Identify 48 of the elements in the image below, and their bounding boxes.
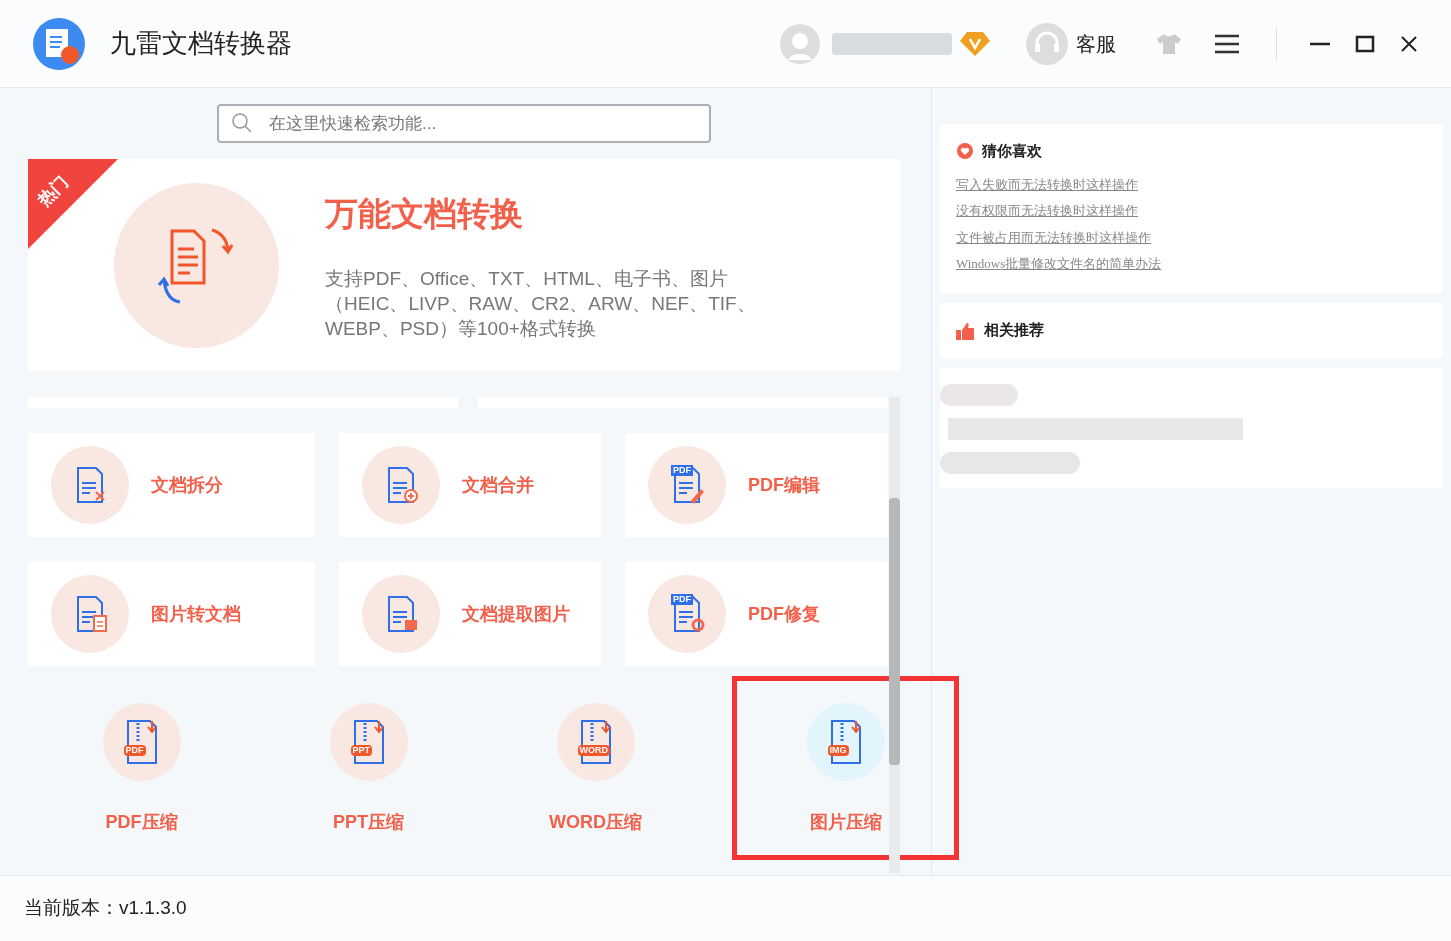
article-link[interactable]: Windows批量修改文件名的简单办法 [956, 254, 1427, 274]
tool-label: 图片转文档 [151, 602, 241, 626]
compress-tool[interactable]: WORD WORD压缩 [482, 676, 709, 860]
tool-label: PDF压缩 [105, 811, 178, 834]
file-type-label: PDF [123, 745, 146, 756]
hero-description: 支持PDF、Office、TXT、HTML、电子书、图片（HEIC、LIVP、RAW、CR2、ARW、NEF、TIF、WEBP、PSD）等100+格式转换 [325, 267, 757, 342]
tool-label: 文档合并 [462, 473, 534, 497]
tool-label: PDF修复 [748, 602, 820, 626]
tool-label: 文档提取图片 [462, 602, 570, 626]
vip-badge-icon [960, 30, 990, 57]
tool-card[interactable]: PDF PDF修复 [625, 562, 888, 666]
close-icon[interactable] [1399, 33, 1419, 54]
scrollbar[interactable] [889, 397, 900, 873]
thumbs-up-icon [956, 321, 976, 340]
hero-title: 万能文档转换 [325, 193, 524, 234]
window-title: 九雷文档转换器 [110, 27, 292, 60]
headset-icon [1026, 22, 1068, 65]
app-logo-icon [32, 16, 86, 71]
tool-label: 文档拆分 [151, 473, 223, 497]
tool-card[interactable]: 文档合并 [339, 433, 601, 537]
article-link[interactable]: 写入失败而无法转换时这样操作 [956, 174, 1427, 194]
maximize-icon[interactable] [1355, 33, 1375, 54]
support-button[interactable]: 客服 [1026, 22, 1116, 65]
article-link[interactable]: 文件被占用而无法转换时这样操作 [956, 227, 1427, 247]
tool-card[interactable]: 文档提取图片 [339, 562, 601, 666]
compress-tool[interactable]: PPT PPT压缩 [255, 676, 482, 860]
tool-label: PDF编辑 [748, 473, 820, 497]
file-type-label: PDF [671, 594, 693, 605]
tool-card[interactable]: PDF PDF编辑 [625, 433, 888, 537]
tool-label: 图片压缩 [809, 811, 882, 834]
menu-icon[interactable] [1214, 33, 1240, 54]
article-link[interactable]: 没有权限而无法转换时这样操作 [956, 201, 1427, 221]
file-type-label: PPT [350, 745, 372, 756]
tool-card[interactable]: 图片转文档 [28, 562, 315, 666]
search-icon [231, 112, 253, 134]
file-type-label: PDF [671, 465, 693, 476]
search-field[interactable]: 在这里快速检索功能... [217, 104, 711, 143]
tool-label: PPT压缩 [333, 811, 404, 834]
tool-label: WORD压缩 [549, 811, 642, 834]
section-title: 猜你喜欢 [982, 141, 1042, 161]
file-type-label: IMG [827, 745, 849, 756]
hero-card[interactable]: 热门 万能文档转换 支持PDF、Office、TXT、HTML、电子书、图片（HEIC、LIVP、RAW、CR2、ARW、NEF、TIF、WEBP、PSD）等100+格式转换 [28, 159, 900, 371]
file-type-label: WORD [577, 745, 610, 756]
compress-tool[interactable]: PDF PDF压缩 [28, 676, 255, 860]
section-title: 相关推荐 [984, 320, 1044, 341]
version-text: 当前版本：v1.1.3.0 [24, 896, 187, 921]
hot-badge-text: 热门 [33, 171, 73, 213]
tool-card[interactable]: 文档拆分 [28, 433, 315, 537]
